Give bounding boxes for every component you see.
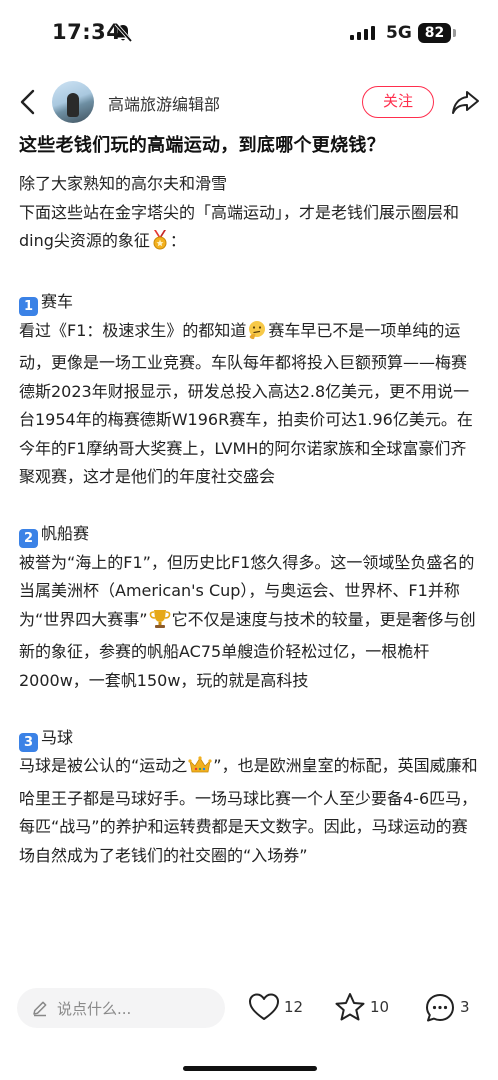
comment-input[interactable]: 说点什么... — [17, 988, 225, 1028]
network-type: 5G — [386, 23, 412, 43]
bell-off-icon — [114, 22, 133, 47]
trophy-icon — [149, 609, 171, 639]
keycap-one-icon: 1 — [19, 297, 38, 316]
battery-tip — [453, 29, 456, 37]
author-name[interactable]: 高端旅游编辑部 — [108, 91, 220, 115]
follow-button[interactable]: 关注 — [362, 86, 434, 118]
section-1-text-a: 看过《F1：极速求生》的都知道 — [19, 320, 247, 340]
home-indicator — [183, 1066, 317, 1071]
keycap-three-icon: 3 — [19, 732, 38, 752]
back-button[interactable] — [14, 86, 42, 118]
section-body-3: 马球是被公认的“运动之 ”，也是欧洲皇室的标配，英国威廉和哈里王子都是马球好手。一… — [19, 752, 481, 870]
post-content: 这些老钱们玩的高端运动，到底哪个更烧钱？ 除了大家熟知的高尔夫和滑雪 下面这些站… — [19, 132, 481, 870]
status-bar: 17:34 5G 82 — [0, 0, 498, 64]
section-body-2: 被誉为“海上的F1”，但历史比F1悠久得多。这一领域坠负盛名的当属美洲杯（Ame… — [19, 549, 481, 696]
chat-bubble-icon — [426, 994, 454, 1022]
post-title: 这些老钱们玩的高端运动，到底哪个更烧钱？ — [19, 135, 385, 156]
heart-icon — [249, 993, 279, 1020]
status-time: 17:34 — [52, 20, 122, 44]
collect-count: 10 — [370, 998, 390, 1016]
section-body-1: 看过《F1：极速求生》的都知道 赛车早已不是一项单纯的运动，更像是一场工业竞赛。车… — [19, 317, 481, 492]
crown-icon — [188, 755, 212, 785]
signal-icon — [350, 26, 375, 40]
section-1-text-b: 赛车早已不是一项单纯的运动，更像是一场工业竞赛。车队每年都将投入巨额预算——梅赛… — [19, 320, 473, 487]
star-icon — [335, 993, 365, 1021]
back-arrow-icon — [20, 89, 35, 115]
comment-placeholder: 说点什么... — [57, 1000, 132, 1018]
collect-button[interactable]: 10 — [334, 992, 390, 1024]
intro-paragraph: 下面这些站在金字塔尖的「高端运动」，才是老钱们展示圈层和ding尖资源的象征： — [19, 199, 481, 260]
intro-line-1: 除了大家熟知的高尔夫和滑雪 — [19, 174, 228, 193]
section-3-text-a: 马球是被公认的“运动之 — [19, 756, 188, 775]
section-title-1: 赛车 — [41, 292, 74, 311]
post-body: 除了大家熟知的高尔夫和滑雪 下面这些站在金字塔尖的「高端运动」，才是老钱们展示圈… — [19, 170, 481, 870]
comment-button[interactable]: 3 — [424, 992, 474, 1024]
battery-icon: 82 — [418, 23, 451, 43]
like-count: 12 — [284, 998, 304, 1016]
section-heading-1: 1 赛车 — [19, 288, 481, 317]
keycap-two-icon: 2 — [19, 529, 38, 548]
medal-icon — [151, 230, 169, 260]
intro-tail: ： — [169, 231, 186, 250]
thinking-face-icon — [247, 320, 267, 350]
share-icon — [452, 91, 479, 114]
intro-text: 下面这些站在金字塔尖的「高端运动」，才是老钱们展示圈层和ding尖资源的象征 — [19, 202, 460, 251]
section-title-2: 帆船赛 — [41, 524, 90, 543]
section-heading-3: 3 马球 — [19, 724, 481, 753]
pen-icon — [31, 999, 49, 1021]
avatar[interactable] — [52, 81, 94, 123]
section-title-3: 马球 — [41, 727, 74, 747]
post-header: 高端旅游编辑部 关注 — [0, 74, 498, 130]
bottom-action-bar: 说点什么... 12 10 3 — [0, 982, 498, 1042]
comment-count: 3 — [460, 998, 470, 1016]
like-button[interactable]: 12 — [248, 992, 304, 1024]
avatar-figure — [67, 93, 79, 117]
section-heading-2: 2 帆船赛 — [19, 520, 481, 549]
share-button[interactable] — [450, 87, 480, 117]
